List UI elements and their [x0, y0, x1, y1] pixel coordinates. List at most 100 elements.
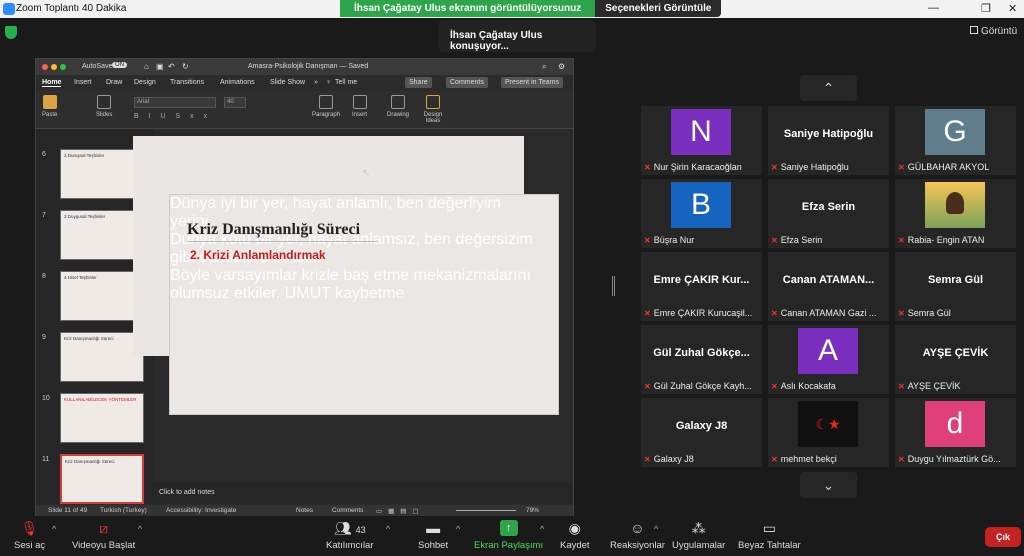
- share-ppt-button[interactable]: Share: [405, 77, 432, 88]
- participant-tile[interactable]: B ✕ Büşra Nur: [641, 179, 762, 248]
- tell-me[interactable]: Tell me: [335, 79, 357, 86]
- undo-icon[interactable]: ↶: [168, 62, 175, 71]
- tab-draw[interactable]: Draw: [106, 79, 122, 86]
- gallery-up-button[interactable]: ⌃: [800, 75, 857, 101]
- tab-insert[interactable]: Insert: [74, 79, 92, 86]
- muted-mic-icon: ✕: [644, 163, 651, 172]
- slide-thumbnail[interactable]: Kriz Danışmanlığı Süreci: [60, 332, 144, 382]
- view-options-button[interactable]: Seçenekleri Görüntüle: [595, 0, 722, 17]
- chat-icon: ▬: [426, 520, 441, 536]
- drawing-button[interactable]: Drawing: [387, 95, 409, 118]
- close-icon[interactable]: ✕: [1008, 2, 1017, 15]
- notes-pane[interactable]: Click to add notes: [154, 482, 573, 504]
- comments-status-button[interactable]: Comments: [332, 507, 363, 514]
- comments-button[interactable]: Comments: [446, 77, 488, 88]
- participants-button[interactable]: 👥︎ 43 Katılımcılar: [326, 520, 374, 551]
- gallery-down-button[interactable]: ⌄: [800, 472, 857, 498]
- redo-icon[interactable]: ↻: [182, 62, 189, 71]
- participant-tile[interactable]: Canan ATAMAN... ✕ Canan ATAMAN Gazi ...: [768, 252, 889, 321]
- design-ideas-button[interactable]: Design Ideas: [422, 95, 444, 124]
- participant-tile[interactable]: d ✕ Duygu Yılmaztürk Gö...: [895, 398, 1016, 467]
- insert-button[interactable]: Insert: [352, 95, 367, 118]
- mac-minimize-icon[interactable]: [51, 64, 57, 70]
- paste-button[interactable]: Paste: [42, 95, 57, 118]
- participant-tile[interactable]: A ✕ Aslı Kocakafa: [768, 325, 889, 394]
- thumb-num: 11: [42, 456, 50, 463]
- maximize-icon[interactable]: ❐: [981, 2, 991, 15]
- tab-design[interactable]: Design: [134, 79, 156, 86]
- more-tabs-icon[interactable]: »: [314, 79, 318, 86]
- avatar: N: [671, 109, 731, 155]
- participant-display-name: Efza Serin: [801, 201, 856, 213]
- participant-tile[interactable]: Semra Gül ✕ Semra Gül: [895, 252, 1016, 321]
- view-button[interactable]: Görüntü: [970, 26, 1017, 37]
- avatar: A: [798, 328, 858, 374]
- security-shield-icon[interactable]: [5, 26, 17, 39]
- participant-tile[interactable]: G ✕ GÜLBAHAR AKYOL: [895, 106, 1016, 175]
- muted-mic-icon: ✕: [898, 163, 905, 172]
- participant-tile[interactable]: ☾★ ✕ mehmet bekçi: [768, 398, 889, 467]
- participant-tile[interactable]: Emre ÇAKIR Kur... ✕ Emre ÇAKIR Kurucaşil..…: [641, 252, 762, 321]
- search-icon[interactable]: ⌕: [542, 62, 546, 72]
- present-in-teams-button[interactable]: Present in Teams: [501, 77, 563, 88]
- start-video-button[interactable]: ⧄ Videoyu Başlat: [72, 520, 135, 551]
- share-screen-button[interactable]: ↑ Ekran Paylaşımı: [474, 520, 543, 551]
- reactions-chevron-icon[interactable]: ^: [654, 524, 658, 534]
- chat-chevron-icon[interactable]: ^: [456, 524, 460, 534]
- autosave-toggle[interactable]: ON: [112, 62, 127, 68]
- participant-tile[interactable]: Efza Serin ✕ Efza Serin: [768, 179, 889, 248]
- settings-icon[interactable]: ⚙: [558, 62, 565, 71]
- notes-button[interactable]: Notes: [296, 507, 313, 514]
- paragraph-button[interactable]: Paragraph: [312, 95, 340, 118]
- font-size-select[interactable]: 40: [224, 97, 246, 108]
- zoom-window: { "window":{"title":"Zoom Toplantı 40 Da…: [0, 0, 1024, 556]
- mac-close-icon[interactable]: [42, 64, 48, 70]
- view-mode-icons[interactable]: ▭▦▤▢: [376, 507, 425, 515]
- slide-thumbnail[interactable]: 2.Duruşsal Teşhisler: [60, 149, 144, 199]
- apps-button[interactable]: ⁂ Uygulamalar: [672, 520, 725, 551]
- audio-options-chevron-icon[interactable]: ^: [52, 524, 56, 534]
- video-options-chevron-icon[interactable]: ^: [138, 524, 142, 534]
- accessibility-label[interactable]: Accessibility: Investigate: [166, 507, 236, 514]
- participant-tile[interactable]: ✕ Rabia- Engin ATAN: [895, 179, 1016, 248]
- unmute-button[interactable]: 🎙︎ Sesi aç: [14, 520, 45, 551]
- tab-home[interactable]: Home: [42, 79, 62, 87]
- chevron-down-icon: ⌄: [822, 477, 835, 493]
- slide-line: Böyle varsayımlar krizle baş etme mekani…: [170, 267, 532, 284]
- home-icon[interactable]: ⌂: [144, 62, 149, 71]
- slide-thumbnail-selected[interactable]: Kriz Danışmanlığı Süreci: [60, 454, 144, 504]
- whiteboards-button[interactable]: ▭ Beyaz Tahtalar: [738, 520, 801, 551]
- tab-transitions[interactable]: Transitions: [170, 79, 204, 86]
- participant-tile[interactable]: AYŞE ÇEVİK ✕ AYŞE ÇEVİK: [895, 325, 1016, 394]
- language-label[interactable]: Turkish (Turkey): [100, 507, 147, 514]
- save-icon[interactable]: ▣: [156, 62, 164, 71]
- apps-icon: ⁂: [691, 520, 706, 536]
- record-button[interactable]: ◉ Kaydet: [560, 520, 590, 551]
- mac-zoom-icon[interactable]: [60, 64, 66, 70]
- slide-line: olumsuz etkiler. UMUT kaybetme: [170, 285, 405, 302]
- zoom-slider[interactable]: [456, 510, 516, 511]
- avatar: B: [671, 182, 731, 228]
- share-chevron-icon[interactable]: ^: [540, 524, 544, 534]
- panel-divider-handle[interactable]: [612, 276, 615, 296]
- slide-thumbnail[interactable]: 4.Hisel Teşhisler: [60, 271, 144, 321]
- view-label: Görüntü: [981, 26, 1018, 37]
- slides-button[interactable]: Slides: [96, 95, 112, 118]
- participant-tile[interactable]: Gül Zuhal Gökçe... ✕ Gül Zuhal Gökçe Kayh.…: [641, 325, 762, 394]
- slide-thumbnail[interactable]: KULLANILABİLECEK YÖNTEMLER: [60, 393, 144, 443]
- slide-thumbnail[interactable]: 3.Duygusal Teşhisler: [60, 210, 144, 260]
- minimize-icon[interactable]: —: [928, 2, 939, 14]
- whiteboard-icon: ▭: [762, 520, 776, 536]
- participants-chevron-icon[interactable]: ^: [386, 524, 390, 534]
- tab-slide-show[interactable]: Slide Show: [270, 79, 305, 86]
- font-select[interactable]: Arial: [134, 97, 216, 108]
- participant-tile[interactable]: Galaxy J8 ✕ Galaxy J8: [641, 398, 762, 467]
- text-format-icons[interactable]: B I U S x x: [134, 113, 211, 120]
- muted-mic-icon: ✕: [771, 236, 778, 245]
- avatar: G: [925, 109, 985, 155]
- leave-button[interactable]: Çık: [985, 527, 1021, 547]
- tab-animations[interactable]: Animations: [220, 79, 255, 86]
- participant-tile[interactable]: N ✕ Nur Şirin Karacaoğlan: [641, 106, 762, 175]
- participant-tile[interactable]: Saniye Hatipoğlu ✕ Saniye Hatipoğlu: [768, 106, 889, 175]
- chat-button[interactable]: ▬ Sohbet: [418, 520, 448, 551]
